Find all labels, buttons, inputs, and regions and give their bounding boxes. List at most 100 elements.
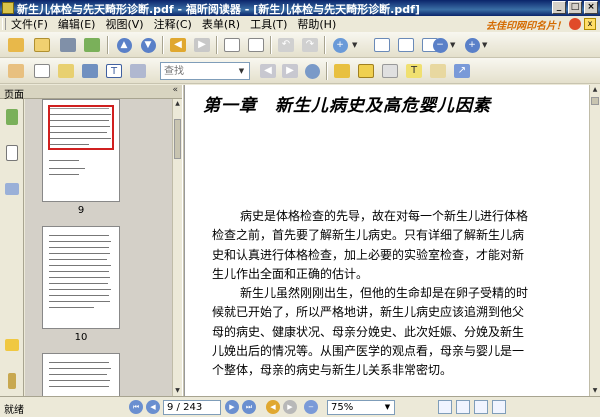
side-tab-pages[interactable]	[3, 143, 21, 163]
redo-button[interactable]: ↷	[300, 35, 320, 55]
find-prev-button[interactable]: ◀	[258, 61, 278, 81]
continuous-facing-view-button[interactable]	[492, 400, 506, 414]
zoom-tool-button[interactable]: +	[330, 35, 350, 55]
note-button[interactable]	[356, 61, 376, 81]
history-back-button[interactable]: ◀	[266, 400, 280, 414]
maximize-button[interactable]: □	[568, 1, 582, 14]
chevron-down-icon[interactable]: ▼	[382, 401, 393, 414]
fit-width-button[interactable]	[396, 35, 416, 55]
menu-tools[interactable]: 工具(T)	[245, 16, 292, 32]
next-page-status-button[interactable]: ▶	[225, 400, 239, 414]
text-line: 候就已开始了，所以严格地讲，新生儿病史应该追溯到他父	[212, 305, 525, 320]
current-view-highlight[interactable]	[48, 105, 114, 150]
document-scrollbar[interactable]: ▲ ▼	[589, 85, 600, 396]
camera-icon	[130, 64, 146, 78]
highlight-button[interactable]	[332, 61, 352, 81]
document-view[interactable]: 第一章 新生儿病史及高危婴儿因素 病史是体格检查的先导，故在对每一个新生儿进行体…	[185, 85, 589, 396]
collapse-panel-icon[interactable]: «	[172, 85, 178, 95]
scroll-thumb[interactable]	[591, 97, 599, 105]
close-button[interactable]: ×	[584, 1, 598, 14]
textbox-button[interactable]: T	[404, 61, 424, 81]
redo-icon: ↷	[302, 38, 318, 52]
pencil-button[interactable]	[428, 61, 448, 81]
chevron-down-icon[interactable]: ▼	[352, 41, 357, 49]
two-page-button[interactable]	[246, 35, 266, 55]
find-next-button[interactable]: ▶	[280, 61, 300, 81]
thumbnail-page[interactable]	[42, 99, 120, 202]
image-button[interactable]	[128, 61, 148, 81]
zoom-in-button[interactable]: +	[462, 35, 482, 55]
text-line: 病史是体格检查的先导，故在对每一个新生儿进行体格	[240, 209, 529, 223]
paragraph-1: 病史是体格检查的先导，故在对每一个新生儿进行体格 检查之前，首先要了解新生儿病史…	[212, 207, 572, 284]
ad-close-icon[interactable]: x	[584, 18, 596, 30]
prev-page-button[interactable]: ▲	[114, 35, 134, 55]
ad-banner[interactable]: 去佳印网印名片！ x	[486, 17, 596, 32]
side-tab-bookmarks[interactable]	[3, 107, 21, 127]
menu-edit[interactable]: 编辑(E)	[53, 16, 101, 32]
zoom-out-button[interactable]: −	[430, 35, 450, 55]
scroll-down-icon[interactable]: ▼	[590, 386, 600, 396]
title-bar[interactable]: 新生儿体检与先天畸形诊断.pdf - 福昕阅读器 - [新生儿体检与先天畸形诊断…	[0, 0, 600, 16]
typewriter-button[interactable]: T	[104, 61, 124, 81]
text-line: 母的病史、健康状况、母亲分娩史、此次妊娠、分娩及新生	[212, 324, 525, 339]
thumb-text-line	[49, 362, 109, 363]
back-button[interactable]: ◀	[168, 35, 188, 55]
zoom-select[interactable]: 75% ▼	[327, 400, 395, 415]
email-button[interactable]	[82, 35, 102, 55]
side-tab-attachments[interactable]	[3, 371, 21, 391]
thumb-text-line	[49, 307, 94, 308]
page-number-input[interactable]: 9 / 243	[163, 400, 221, 415]
thumb-text-line	[49, 168, 85, 169]
forward-button[interactable]: ▶	[192, 35, 212, 55]
continuous-view-button[interactable]	[456, 400, 470, 414]
scroll-down-icon[interactable]: ▼	[173, 386, 182, 396]
minimize-button[interactable]: _	[552, 1, 566, 14]
chevron-down-icon[interactable]: ▼	[482, 41, 487, 49]
text-line: 检查之前，首先要了解新生儿病史。只有详细了解新生儿病	[212, 228, 525, 243]
thumbnail-page[interactable]	[42, 353, 120, 396]
search-input[interactable]	[161, 63, 235, 79]
scroll-up-icon[interactable]: ▲	[173, 99, 182, 109]
select-tool-button[interactable]	[56, 61, 76, 81]
search-box[interactable]: ▼	[160, 62, 250, 80]
print-button[interactable]	[58, 35, 78, 55]
arrow-tool-button[interactable]: ↗	[452, 61, 472, 81]
thumbnails-scrollbar[interactable]: ▲ ▼	[172, 99, 182, 396]
search-button[interactable]	[302, 61, 322, 81]
chevron-down-icon[interactable]: ▼	[235, 64, 248, 78]
side-tab-comments[interactable]	[3, 335, 21, 355]
save-button[interactable]	[32, 35, 52, 55]
menu-file[interactable]: 文件(F)	[6, 16, 53, 32]
history-forward-button[interactable]: ▶	[283, 400, 297, 414]
side-tab-layers[interactable]	[3, 179, 21, 199]
single-page-view-button[interactable]	[438, 400, 452, 414]
chevron-down-icon[interactable]: ▼	[450, 41, 455, 49]
menu-view[interactable]: 视图(V)	[100, 16, 148, 32]
undo-icon: ↶	[278, 38, 294, 52]
find-prev-icon: ◀	[260, 64, 276, 78]
open-button[interactable]	[6, 35, 26, 55]
stamp-button[interactable]	[380, 61, 400, 81]
menu-help[interactable]: 帮助(H)	[292, 16, 341, 32]
scroll-up-icon[interactable]: ▲	[590, 85, 600, 95]
thumbnails-area[interactable]: 9 10	[25, 99, 172, 396]
snapshot-button[interactable]	[80, 61, 100, 81]
fit-page-button[interactable]	[372, 35, 392, 55]
next-page-button[interactable]: ▼	[138, 35, 158, 55]
zoom-out-status-button[interactable]: −	[304, 400, 318, 414]
first-page-button[interactable]: ⏮	[129, 400, 143, 414]
select-text-button[interactable]	[32, 61, 52, 81]
paragraph-2: 新生儿虽然刚刚出生，但他的生命却是在卵子受精的时 候就已开始了，所以严格地讲，新…	[212, 284, 572, 380]
scroll-thumb[interactable]	[174, 119, 181, 159]
ad-text[interactable]: 去佳印网印名片！	[486, 17, 566, 32]
facing-view-button[interactable]	[474, 400, 488, 414]
last-page-button[interactable]: ⏭	[242, 400, 256, 414]
menu-comment[interactable]: 注释(C)	[149, 16, 197, 32]
undo-button[interactable]: ↶	[276, 35, 296, 55]
thumbnail-page[interactable]	[42, 226, 120, 329]
prev-page-status-button[interactable]: ◀	[146, 400, 160, 414]
single-page-button[interactable]	[222, 35, 242, 55]
menu-form[interactable]: 表单(R)	[197, 16, 245, 32]
hand-tool-button[interactable]	[6, 61, 26, 81]
window-controls: _ □ ×	[552, 1, 598, 14]
